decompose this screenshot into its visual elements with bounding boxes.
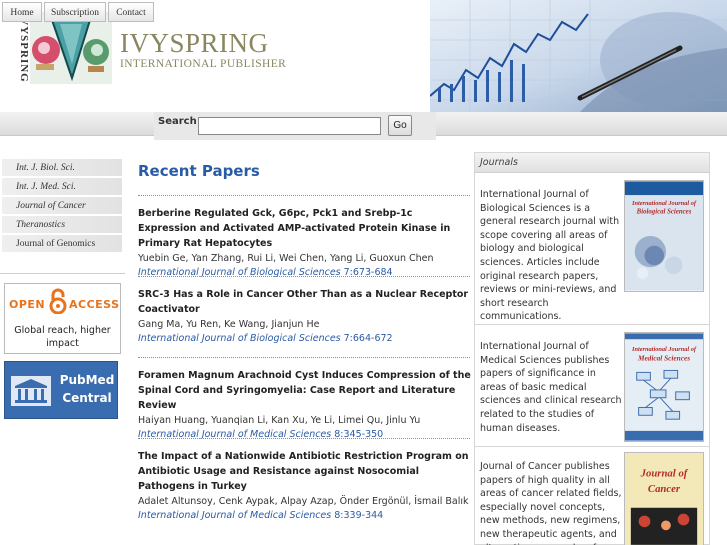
search-label: Search (158, 116, 197, 127)
paper-title-link[interactable]: Foramen Magnum Arachnoid Cyst Induces Co… (138, 368, 473, 413)
nav-subscription[interactable]: Subscription (44, 2, 106, 22)
journal-cover-ijms[interactable]: International Journal of Medical Science… (624, 332, 704, 442)
cover-title: International Journal of (631, 200, 697, 207)
journal-entry-ijbs: International Journal of Biological Scie… (475, 174, 709, 325)
journals-heading: Journals (475, 153, 709, 173)
paper-citation[interactable]: International Journal of Biological Scie… (138, 332, 473, 346)
paper-volume-pages: 7:664-672 (343, 333, 393, 344)
logo-vertical-text: IVYSPRING (18, 12, 30, 83)
pubmed-central-badge[interactable]: PubMed Central (4, 361, 118, 419)
nav-home[interactable]: Home (2, 2, 42, 22)
paper-volume-pages: 8:339-344 (334, 510, 384, 521)
header-banner-image (430, 0, 727, 112)
cover-title: Biological Sciences (636, 209, 692, 216)
oa-tagline: Global reach, higher impact (14, 325, 111, 349)
search-input[interactable] (198, 117, 381, 135)
paper-citation[interactable]: International Journal of Biological Scie… (138, 266, 473, 280)
journal-entry-ijms: International Journal of Medical Science… (475, 326, 709, 447)
paper-authors: Gang Ma, Yu Ren, Ke Wang, Jianjun He (138, 319, 320, 330)
pubmed-line1: PubMed (59, 373, 115, 387)
search-go-button[interactable]: Go (388, 115, 412, 136)
sidebar-divider (0, 273, 125, 274)
oa-open-text: OPEN (9, 298, 46, 311)
nav-contact[interactable]: Contact (108, 2, 154, 22)
sidebar-item-jca[interactable]: Journal of Cancer (2, 197, 122, 215)
brand-subtitle: INTERNATIONAL PUBLISHER (120, 58, 287, 70)
journal-cover-ijbs[interactable]: International Journal of Biological Scie… (624, 180, 704, 292)
paper-authors: Haiyan Huang, Yuanqian Li, Kan Xu, Ye Li… (138, 415, 421, 426)
journal-description: International Journal of Biological Scie… (480, 189, 620, 323)
open-lock-icon (49, 288, 67, 314)
paper-item: Foramen Magnum Arachnoid Cyst Induces Co… (138, 368, 473, 442)
sidebar-item-theranostics[interactable]: Theranostics (2, 216, 122, 234)
open-access-badge[interactable]: OPEN ACCESS Global reach, higher impact (4, 283, 121, 354)
paper-citation[interactable]: International Journal of Medical Science… (138, 509, 473, 523)
paper-authors: Yuebin Ge, Yan Zhang, Rui Li, Wei Chen, … (138, 253, 434, 264)
section-divider (138, 438, 470, 439)
journal-description: Journal of Cancer publishes papers of hi… (480, 461, 622, 545)
brand-name: IVYSPRING (120, 28, 269, 58)
pubmed-line2: Central (62, 391, 112, 405)
paper-item: The Impact of a Nationwide Antibiotic Re… (138, 449, 473, 523)
paper-authors: Adalet Altunsoy, Cenk Aypak, Alpay Azap,… (138, 496, 469, 507)
paper-title-link[interactable]: SRC-3 Has a Role in Cancer Other Than as… (138, 287, 473, 317)
page-title: Recent Papers (138, 162, 260, 180)
sidebar-item-ijbs[interactable]: Int. J. Biol. Sci. (2, 159, 122, 177)
paper-journal-name: International Journal of Medical Science… (138, 510, 332, 521)
cover-title: Cancer (648, 483, 681, 495)
sidebar-item-ijms[interactable]: Int. J. Med. Sci. (2, 178, 122, 196)
journal-description: International Journal of Medical Science… (480, 341, 622, 434)
journals-panel: Journals International Journal of Biolog… (474, 152, 710, 545)
pubmed-label: PubMed Central (57, 371, 117, 407)
paper-item: Berberine Regulated Gck, G6pc, Pck1 and … (138, 206, 473, 280)
paper-item: SRC-3 Has a Role in Cancer Other Than as… (138, 287, 473, 346)
cover-title: Medical Sciences (637, 354, 690, 363)
cover-title: International Journal of (631, 346, 697, 353)
section-divider (138, 195, 470, 196)
section-divider (138, 357, 470, 358)
paper-journal-name: International Journal of Biological Scie… (138, 333, 341, 344)
cover-title: Journal of (640, 468, 689, 480)
sidebar-item-jgen[interactable]: Journal of Genomics (2, 235, 122, 253)
journal-entry-jca: Journal of Cancer publishes papers of hi… (475, 448, 709, 545)
paper-citation[interactable]: International Journal of Medical Science… (138, 428, 473, 442)
section-divider (138, 276, 470, 277)
journal-cover-jca[interactable]: Journal of Cancer (624, 452, 704, 545)
paper-title-link[interactable]: Berberine Regulated Gck, G6pc, Pck1 and … (138, 206, 473, 251)
paper-title-link[interactable]: The Impact of a Nationwide Antibiotic Re… (138, 449, 473, 494)
oa-access-text: ACCESS (69, 298, 120, 311)
pubmed-building-icon (11, 376, 51, 406)
